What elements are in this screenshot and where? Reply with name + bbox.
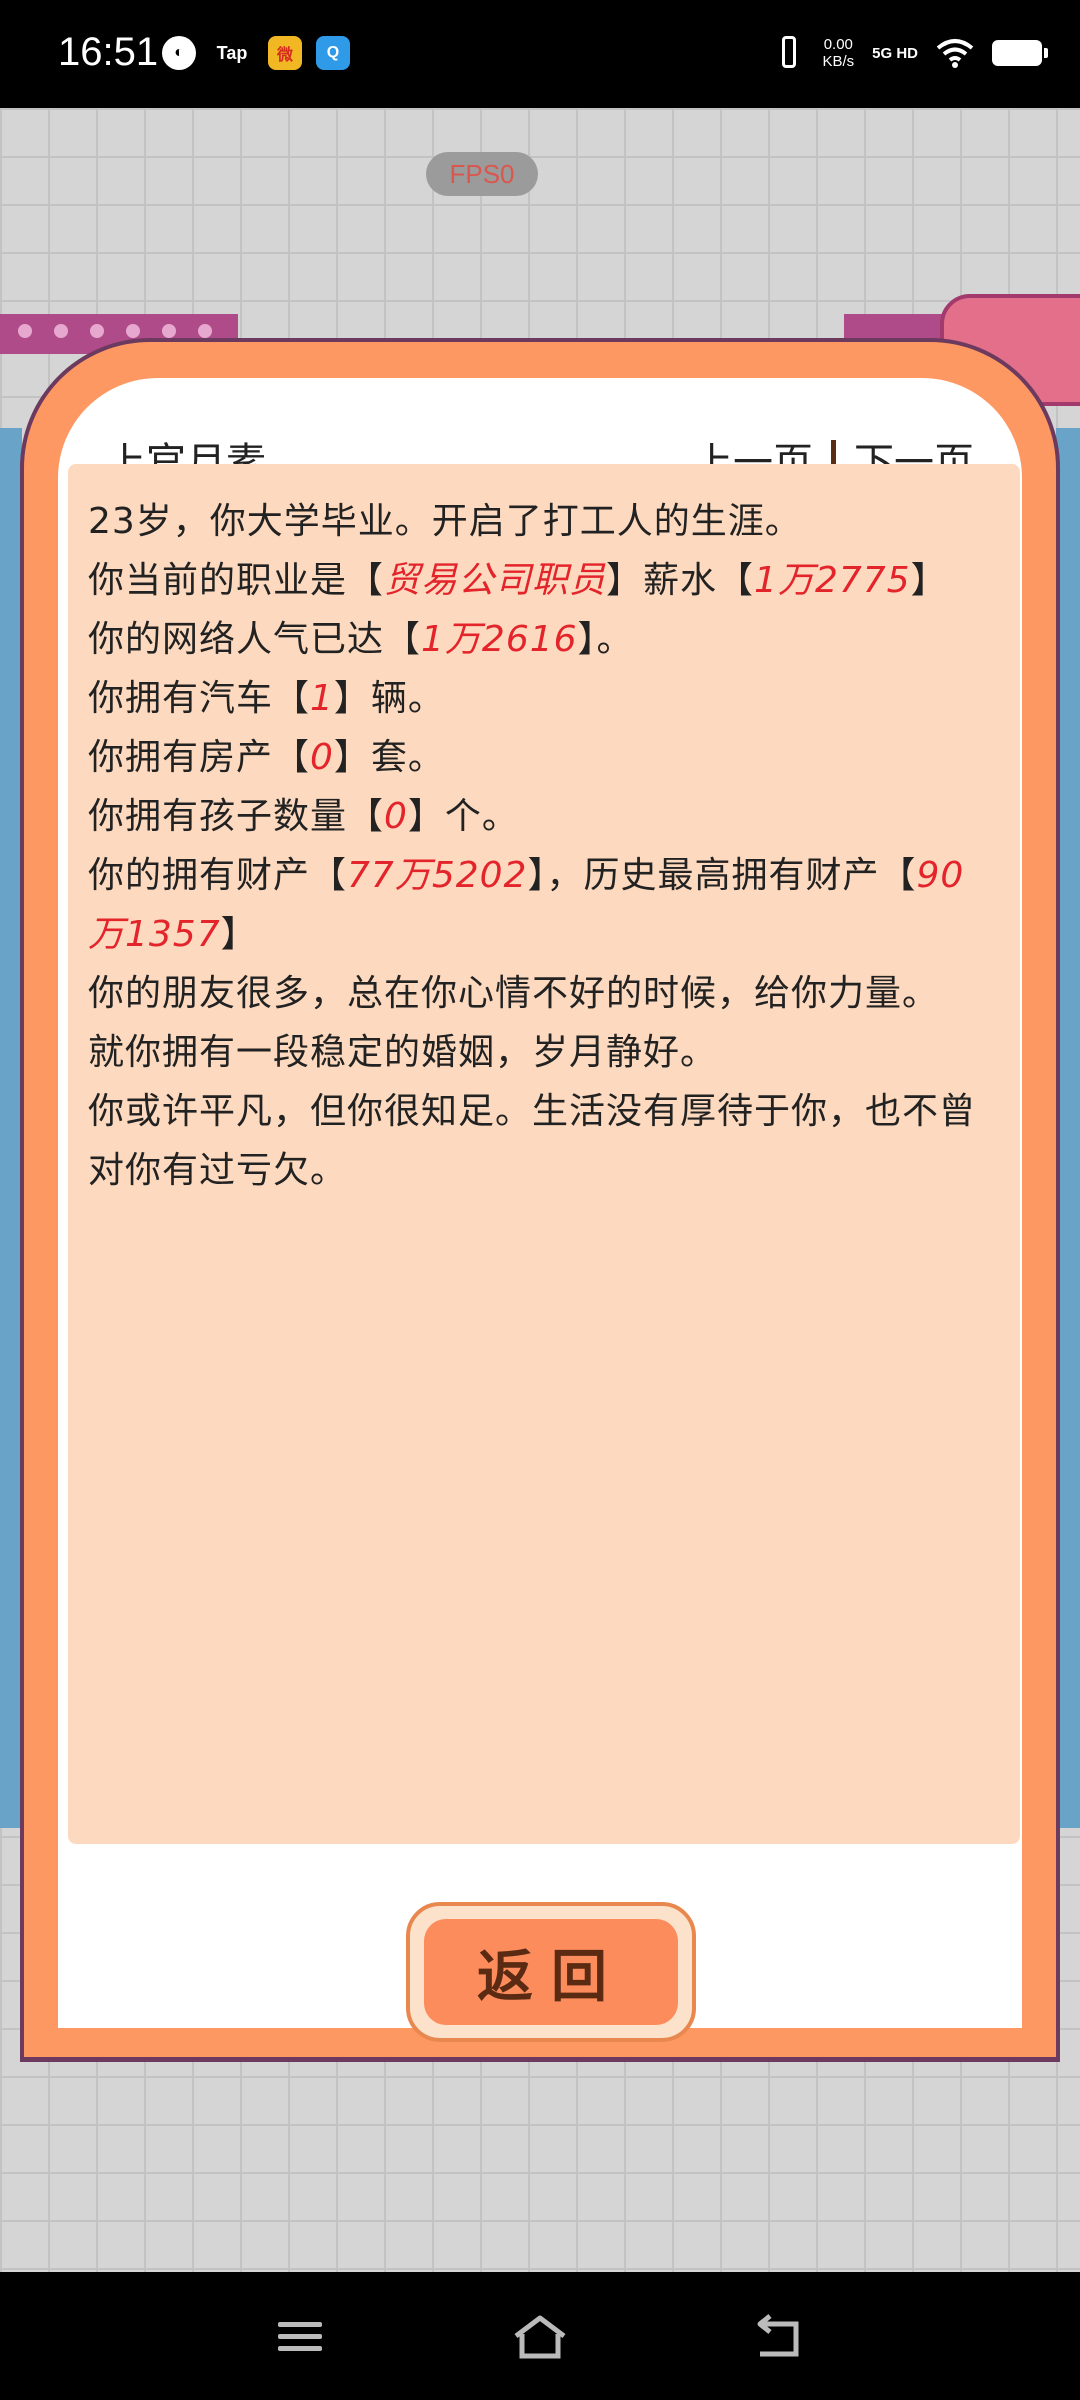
q-app-icon: Q bbox=[316, 36, 350, 70]
summary-text-segment: 】，历史最高拥有财产【 bbox=[527, 855, 917, 896]
summary-highlight-value: 0 bbox=[384, 796, 408, 837]
battery-icon bbox=[992, 40, 1048, 66]
summary-line: 就你拥有一段稳定的婚姻，岁月静好。 bbox=[88, 1023, 1000, 1082]
summary-text-segment: 】。 bbox=[577, 619, 634, 660]
summary-text-segment: 】个。 bbox=[407, 796, 519, 837]
status-app-icons: ◐ Tap 微 Q bbox=[162, 36, 350, 70]
back-icon[interactable] bbox=[750, 2312, 810, 2362]
summary-line: 你的拥有财产【77万5202】，历史最高拥有财产【90万1357】 bbox=[88, 846, 1000, 964]
summary-text-segment: 23岁，你大学毕业。开启了打工人的生涯。 bbox=[88, 501, 802, 542]
tap-app-icon: Tap bbox=[216, 42, 248, 63]
summary-text-segment: 】 bbox=[220, 914, 258, 955]
summary-text-segment: 你或许平凡，但你很知足。生活没有厚待于你，也不曾对你有过亏欠。 bbox=[88, 1091, 977, 1191]
summary-text-segment: 】薪水【 bbox=[606, 560, 755, 601]
summary-line: 你当前的职业是【贸易公司职员】薪水【1万2775】 bbox=[88, 551, 1000, 610]
summary-text-segment: 】 bbox=[910, 560, 948, 601]
summary-line: 你拥有汽车【1】辆。 bbox=[88, 669, 1000, 728]
life-summary-dialog: 上官月素 上一页 下一页 23岁，你大学毕业。开启了打工人的生涯。 你当前的职业是… bbox=[20, 338, 1060, 2062]
summary-text-segment: 你的网络人气已达【 bbox=[88, 619, 422, 660]
summary-text-segment: 你的朋友很多，总在你心情不好的时候，给你力量。 bbox=[88, 973, 940, 1014]
summary-text-segment: 就你拥有一段稳定的婚姻，岁月静好。 bbox=[88, 1032, 718, 1073]
summary-highlight-value: 贸易公司职员 bbox=[384, 560, 607, 601]
summary-highlight-value: 1 bbox=[310, 678, 334, 719]
summary-text-segment: 你当前的职业是【 bbox=[88, 560, 385, 601]
status-time: 16:51 bbox=[58, 30, 159, 74]
system-nav-bar bbox=[0, 2272, 1080, 2400]
return-button-label: 返回 bbox=[424, 1919, 678, 2025]
summary-line: 你的朋友很多，总在你心情不好的时候，给你力量。 bbox=[88, 964, 1000, 1023]
life-summary-text: 23岁，你大学毕业。开启了打工人的生涯。 你当前的职业是【贸易公司职员】薪水【1万… bbox=[68, 464, 1020, 1844]
status-bar: 16:51 ◐ Tap 微 Q 0.00 KB/s 5G HD bbox=[0, 0, 1080, 108]
network-speed: 0.00 KB/s bbox=[822, 36, 854, 70]
network-speed-unit: KB/s bbox=[822, 53, 855, 70]
fps-badge: FPS0 bbox=[426, 152, 538, 196]
summary-highlight-value: 1万2775 bbox=[754, 560, 911, 601]
summary-text-segment: 】套。 bbox=[333, 737, 445, 778]
summary-line: 23岁，你大学毕业。开启了打工人的生涯。 bbox=[88, 492, 1000, 551]
summary-text-segment: 】辆。 bbox=[333, 678, 445, 719]
summary-line: 你的网络人气已达【1万2616】。 bbox=[88, 610, 1000, 669]
summary-line: 你或许平凡，但你很知足。生活没有厚待于你，也不曾对你有过亏欠。 bbox=[88, 1082, 1000, 1200]
summary-highlight-value: 1万2616 bbox=[421, 619, 578, 660]
globe-icon: ◐ bbox=[162, 36, 196, 70]
dialog-inner-panel: 上官月素 上一页 下一页 23岁，你大学毕业。开启了打工人的生涯。 你当前的职业是… bbox=[58, 378, 1022, 2042]
return-button[interactable]: 返回 bbox=[406, 1902, 696, 2042]
weibo-app-icon: 微 bbox=[268, 36, 302, 70]
vibrate-icon bbox=[774, 34, 804, 72]
summary-highlight-value: 77万5202 bbox=[347, 855, 528, 896]
network-speed-value: 0.00 bbox=[823, 36, 853, 53]
summary-line: 你拥有房产【0】套。 bbox=[88, 728, 1000, 787]
status-system-icons: 0.00 KB/s 5G HD bbox=[774, 34, 1048, 72]
network-type: 5G HD bbox=[872, 44, 918, 62]
summary-text-segment: 你拥有房产【 bbox=[88, 737, 311, 778]
summary-text-segment: 你拥有汽车【 bbox=[88, 678, 311, 719]
wifi-icon bbox=[936, 39, 974, 68]
background-panel-left bbox=[0, 428, 22, 1828]
home-icon[interactable] bbox=[510, 2312, 570, 2362]
summary-highlight-value: 0 bbox=[310, 737, 334, 778]
menu-icon[interactable] bbox=[270, 2312, 330, 2362]
summary-text-segment: 你拥有孩子数量【 bbox=[88, 796, 385, 837]
summary-text-segment: 你的拥有财产【 bbox=[88, 855, 348, 896]
summary-line: 你拥有孩子数量【0】个。 bbox=[88, 787, 1000, 846]
